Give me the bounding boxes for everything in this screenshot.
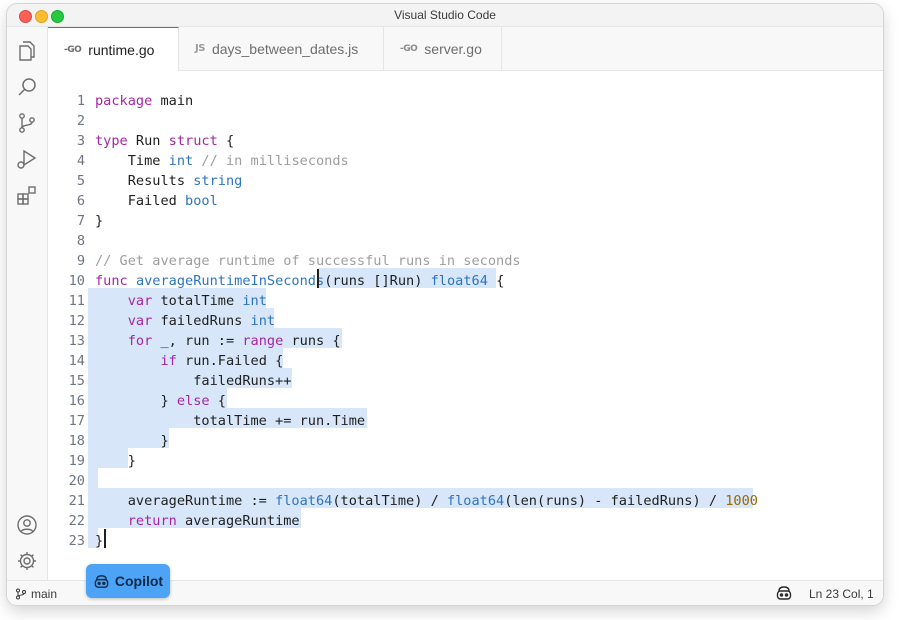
run-debug-icon[interactable]	[15, 147, 39, 171]
code-line[interactable]: 5 Results string	[48, 171, 883, 191]
code-editor[interactable]: 1 package main 2 3 type Run struct {4 Time i…	[48, 71, 883, 580]
code-line[interactable]: 22 return averageRuntime	[48, 511, 883, 531]
tab-label: days_between_dates.js	[211, 40, 359, 57]
line-number: 10	[68, 273, 85, 289]
text-cursor	[104, 529, 106, 548]
code-text: var failedRuns int	[127, 313, 276, 329]
code-text: averageRuntime := float64(totalTime) / f…	[95, 493, 758, 509]
code-text: }	[95, 533, 104, 549]
line-number: 8	[76, 233, 85, 249]
code-line[interactable]: 2	[48, 111, 883, 131]
code-text: Time int // in milliseconds	[95, 153, 349, 169]
line-number: 14	[68, 353, 85, 369]
code-line[interactable]: 13 for _, run := range runs {	[48, 331, 883, 351]
line-number: 13	[68, 333, 85, 349]
code-line[interactable]: 1 package main	[48, 91, 883, 111]
code-text: for _, run := range runs {	[127, 333, 341, 349]
code-line[interactable]: 18 }	[48, 431, 883, 451]
code-line[interactable]: 17 totalTime += run.Time	[48, 411, 883, 431]
copilot-badge[interactable]: Copilot	[86, 564, 170, 598]
code-line[interactable]: 16 } else {	[48, 391, 883, 411]
line-number: 6	[76, 193, 85, 209]
code-text: failedRuns++	[95, 373, 292, 389]
cursor-position[interactable]: Ln 23 Col, 1	[809, 587, 874, 601]
tab-runtime-go[interactable]: -GO runtime.go	[48, 27, 179, 71]
line-number: 23	[68, 533, 85, 549]
code-line[interactable]: 12 var failedRuns int	[48, 311, 883, 331]
line-number: 20	[68, 473, 85, 489]
branch-indicator[interactable]: main	[15, 587, 57, 601]
copilot-label: Copilot	[114, 573, 164, 589]
line-number: 4	[76, 153, 85, 169]
tab-label: runtime.go	[88, 41, 155, 58]
line-number: 21	[68, 493, 85, 509]
code-text: Results string	[95, 173, 243, 189]
code-line[interactable]: 14 if run.Failed {	[48, 351, 883, 371]
line-number: 11	[68, 293, 85, 309]
window-title: Visual Studio Code	[394, 8, 496, 22]
code-text: type Run struct {	[95, 133, 235, 149]
search-icon[interactable]	[15, 75, 39, 99]
line-number: 22	[68, 513, 85, 529]
text-cursor	[317, 269, 319, 288]
code-line[interactable]: 6 Failed bool	[48, 191, 883, 211]
code-text: }	[95, 213, 104, 229]
code-line[interactable]: 11 var totalTime int	[48, 291, 883, 311]
line-number: 16	[68, 393, 85, 409]
line-number: 2	[76, 113, 85, 129]
line-number: 17	[68, 413, 85, 429]
line-number: 1	[76, 93, 85, 109]
source-control-icon[interactable]	[15, 111, 39, 135]
title-bar: Visual Studio Code	[7, 4, 883, 27]
line-number: 5	[76, 173, 85, 189]
code-line[interactable]: 21 averageRuntime := float64(totalTime) …	[48, 491, 883, 511]
code-line[interactable]: 19 }	[48, 451, 883, 471]
code-line[interactable]: 10 func averageRuntimeInSeconds(runs []Ru…	[48, 271, 883, 291]
extensions-icon[interactable]	[15, 183, 39, 207]
line-number: 3	[76, 133, 85, 149]
code-line[interactable]: 7}	[48, 211, 883, 231]
js-file-icon: JS	[195, 43, 205, 54]
branch-name: main	[31, 587, 58, 601]
tab-days-between-dates-js[interactable]: JS days_between_dates.js	[179, 27, 384, 70]
code-text: var totalTime int	[127, 293, 267, 309]
line-number: 12	[68, 313, 85, 329]
code-text: totalTime += run.Time	[95, 413, 366, 429]
copilot-status-icon[interactable]	[775, 584, 793, 602]
code-text: func averageRuntimeInSeconds(runs []Run)…	[95, 273, 505, 289]
settings-gear-icon[interactable]	[15, 549, 39, 573]
code-text: // Get average runtime of successful run…	[95, 253, 521, 269]
line-number: 18	[68, 433, 85, 449]
code-line[interactable]: 3 type Run struct {	[48, 131, 883, 151]
code-text: }	[95, 453, 136, 469]
code-text: return averageRuntime	[127, 513, 300, 529]
code-line[interactable]: 4 Time int // in milliseconds	[48, 151, 883, 171]
code-line[interactable]: 20	[48, 471, 883, 491]
line-number: 9	[76, 253, 85, 269]
activity-bar	[7, 27, 48, 580]
go-file-icon: -GO	[64, 44, 82, 55]
explorer-icon[interactable]	[15, 39, 39, 63]
editor-tab-bar: -GO runtime.go JS days_between_dates.js …	[48, 27, 883, 71]
go-file-icon: -GO	[400, 43, 418, 54]
account-icon[interactable]	[15, 513, 39, 537]
line-number: 15	[68, 373, 85, 389]
code-text: if run.Failed {	[160, 353, 284, 369]
code-text: Failed bool	[95, 193, 218, 209]
line-number: 19	[68, 453, 85, 469]
code-text: } else {	[95, 393, 226, 409]
tab-label: server.go	[424, 40, 482, 57]
code-text: package main	[95, 93, 194, 109]
copilot-icon	[94, 574, 109, 588]
code-line[interactable]: 23}	[48, 531, 883, 551]
code-line[interactable]: 8	[48, 231, 883, 251]
git-branch-icon	[16, 588, 26, 600]
vscode-window: Visual Studio Code -GO runtime.go JS day…	[7, 4, 883, 605]
code-text: }	[95, 433, 169, 449]
line-number: 7	[76, 213, 85, 229]
tab-server-go[interactable]: -GO server.go	[384, 27, 502, 70]
code-line[interactable]: 9 // Get average runtime of successful ru…	[48, 251, 883, 271]
code-line[interactable]: 15 failedRuns++	[48, 371, 883, 391]
